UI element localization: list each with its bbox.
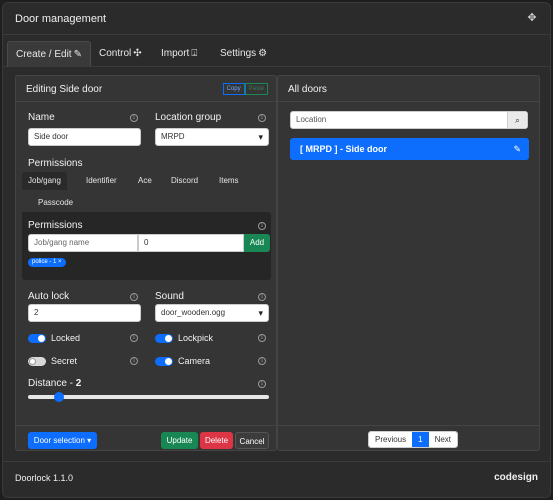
window-title: Door management <box>15 13 107 25</box>
secret-label: Secret <box>51 356 78 366</box>
search-field[interactable]: Location ⌕ <box>290 111 528 129</box>
search-icon[interactable]: ⌕ <box>507 112 527 128</box>
status-bar: Doorlock 1.1.0 codesign <box>3 461 550 497</box>
divider <box>16 425 276 426</box>
add-button[interactable]: Add <box>244 234 270 252</box>
permission-badge: police - 1 × <box>28 258 66 267</box>
pencil-square-icon: ✎ <box>73 49 82 60</box>
location-group-label: Location group <box>155 112 222 123</box>
brand-logo: codesign <box>494 472 538 483</box>
pager-next[interactable]: Next <box>428 432 458 447</box>
locked-toggle[interactable] <box>28 334 46 343</box>
pager-current[interactable]: 1 <box>412 432 429 447</box>
info-icon[interactable]: i <box>130 114 138 122</box>
editor-title: Editing Side door <box>26 84 103 95</box>
grade-input[interactable]: 0 <box>138 234 244 252</box>
distance-slider-track[interactable] <box>28 395 269 399</box>
paste-button[interactable]: Paste <box>244 83 268 95</box>
tab-label: Control <box>99 48 132 59</box>
door-selection-label: Door selection <box>33 436 85 445</box>
lockpick-toggle[interactable] <box>155 334 173 343</box>
camera-toggle[interactable] <box>155 357 173 366</box>
sound-select[interactable]: door_wooden.ogg <box>155 304 269 322</box>
crosshair-icon: ✣ <box>133 48 142 59</box>
secret-toggle[interactable] <box>28 357 46 366</box>
cancel-button[interactable]: Cancel <box>235 432 269 449</box>
door-selection-button[interactable]: Door selection ▾ <box>28 432 97 449</box>
name-input[interactable]: Side door <box>28 128 141 146</box>
doors-panel: All doors Location ⌕ [ MRPD ] - Side doo… <box>277 75 540 451</box>
tab-discord[interactable]: Discord <box>165 172 204 190</box>
delete-button[interactable]: Delete <box>200 432 233 449</box>
distance-value: 2 <box>75 378 82 389</box>
tab-label: Create / Edit <box>16 49 72 60</box>
tab-bar: Create / Edit ✎ Control ✣ Import ⍗ Settings… <box>3 39 550 67</box>
update-button[interactable]: Update <box>161 432 198 449</box>
tab-identifier[interactable]: Identifier <box>80 172 123 190</box>
edit-icon[interactable]: ✎ <box>513 138 521 160</box>
pager-previous[interactable]: Previous <box>369 432 413 447</box>
tab-import[interactable]: Import ⍗ <box>153 41 205 67</box>
info-icon[interactable]: i <box>258 293 266 301</box>
door-item-label: [ MRPD ] - Side door <box>300 144 387 154</box>
tab-items[interactable]: Items <box>213 172 245 190</box>
info-icon[interactable]: i <box>130 293 138 301</box>
sound-label: Sound <box>155 291 184 302</box>
badge-label: police - 1 <box>32 259 57 265</box>
info-icon[interactable]: i <box>258 334 266 342</box>
autolock-label: Auto lock <box>28 291 70 302</box>
move-arrows-icon[interactable]: ✥ <box>526 12 538 24</box>
info-icon[interactable]: i <box>258 114 266 122</box>
editor-panel: Editing Side door Copy Paste Name i Side… <box>15 75 277 451</box>
lockpick-label: Lockpick <box>178 333 214 343</box>
location-group-select[interactable]: MRPD <box>155 128 269 146</box>
distance-label: Distance - 2 <box>28 378 81 389</box>
tab-ace[interactable]: Ace <box>132 172 158 190</box>
tab-label: Import <box>161 48 190 59</box>
info-icon[interactable]: i <box>258 222 266 230</box>
distance-slider-thumb[interactable] <box>54 392 65 402</box>
info-icon[interactable]: i <box>130 357 138 365</box>
gear-icon: ⚙ <box>258 48 268 59</box>
import-box-icon: ⍗ <box>191 48 198 59</box>
version-text: Doorlock 1.1.0 <box>15 473 74 483</box>
info-icon[interactable]: i <box>258 380 266 388</box>
tab-settings[interactable]: Settings ⚙ <box>212 41 275 67</box>
info-icon[interactable]: i <box>258 357 266 365</box>
permissions-box-label: Permissions <box>28 220 83 231</box>
distance-text: Distance - <box>28 378 76 389</box>
camera-label: Camera <box>178 356 211 366</box>
divider <box>278 425 539 426</box>
door-management-window: Door management ✥ Create / Edit ✎ Control… <box>2 2 551 498</box>
locked-label: Locked <box>51 333 81 343</box>
search-placeholder: Location <box>296 115 327 124</box>
tab-passcode[interactable]: Passcode <box>32 194 79 212</box>
pagination: Previous 1 Next <box>368 431 459 448</box>
doors-title: All doors <box>288 84 327 95</box>
titlebar: Door management ✥ <box>3 3 550 35</box>
doors-header: All doors <box>278 76 539 102</box>
editor-header: Editing Side door Copy Paste <box>16 76 276 102</box>
info-icon[interactable]: i <box>130 334 138 342</box>
close-icon[interactable]: × <box>58 259 62 265</box>
permissions-box: Permissions i Job/gang name 0 Add police… <box>22 212 271 280</box>
permissions-label: Permissions <box>28 158 83 169</box>
job-name-input[interactable]: Job/gang name <box>28 234 138 252</box>
door-list-item[interactable]: [ MRPD ] - Side door ✎ <box>290 138 529 160</box>
copy-button[interactable]: Copy <box>222 83 245 95</box>
tab-label: Settings <box>220 48 257 59</box>
name-label: Name <box>28 112 55 123</box>
tab-job-gang[interactable]: Job/gang <box>22 172 67 190</box>
autolock-input[interactable]: 2 <box>28 304 141 322</box>
tab-create-edit[interactable]: Create / Edit ✎ <box>7 41 91 67</box>
tab-control[interactable]: Control ✣ <box>91 41 150 67</box>
permission-tabs: Job/gang Identifier Ace Discord Items Pa… <box>22 172 271 212</box>
copy-paste-group: Copy Paste <box>222 83 268 95</box>
